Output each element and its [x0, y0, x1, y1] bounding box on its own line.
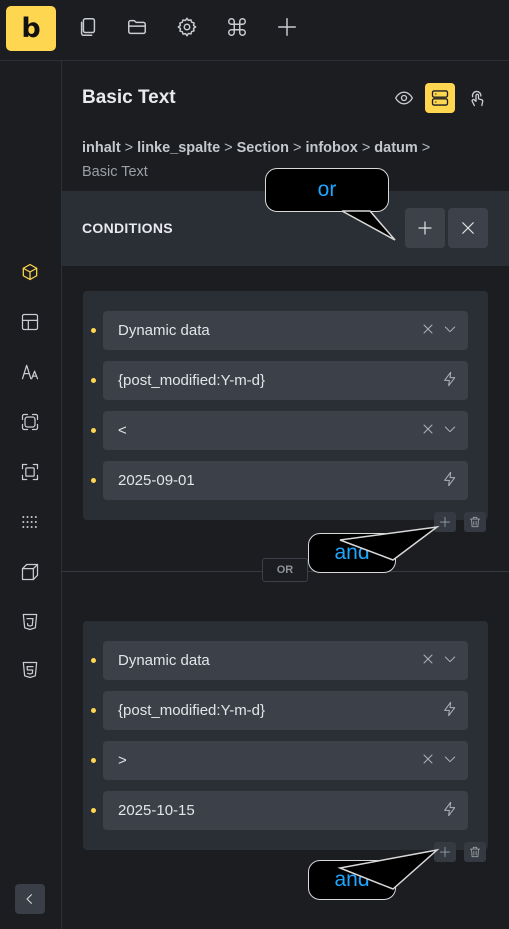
- dynamic-data-icon[interactable]: [442, 701, 458, 717]
- plus-icon: [416, 219, 434, 237]
- add-and-condition-button[interactable]: [434, 512, 456, 532]
- delete-condition-group-button[interactable]: [464, 512, 486, 532]
- chevron-down-icon[interactable]: [442, 651, 458, 667]
- breadcrumb-separator: >: [293, 140, 302, 156]
- panel-title: Basic Text: [82, 87, 176, 108]
- or-callout: or: [265, 168, 389, 212]
- condition-group: Dynamic data {post_modified:Y-m-d} < 202…: [83, 291, 488, 520]
- condition-key-select[interactable]: Dynamic data: [103, 311, 468, 350]
- condition-compare-select[interactable]: >: [103, 741, 468, 780]
- clear-icon[interactable]: [420, 751, 436, 767]
- trash-icon: [469, 516, 481, 528]
- and-callout: and: [308, 860, 396, 900]
- breadcrumb-separator: >: [224, 140, 233, 156]
- layout-icon[interactable]: [19, 311, 41, 333]
- condition-dot: [91, 808, 96, 813]
- frame-icon[interactable]: [19, 411, 41, 433]
- condition-dot: [91, 658, 96, 663]
- condition-dot: [91, 708, 96, 713]
- breadcrumb-separator: >: [421, 140, 431, 156]
- condition-value: 2025-09-01: [118, 472, 195, 489]
- clear-icon[interactable]: [420, 321, 436, 337]
- conditions-icon[interactable]: [425, 83, 455, 113]
- condition-compare-value: >: [118, 752, 127, 769]
- top-toolbar: b: [0, 0, 509, 61]
- breadcrumb-item[interactable]: infobox: [305, 140, 357, 156]
- or-separator-badge: OR: [262, 558, 308, 582]
- focus-icon[interactable]: [19, 461, 41, 483]
- bricks-logo[interactable]: b: [6, 6, 56, 51]
- typography-icon[interactable]: [19, 361, 41, 383]
- breadcrumb-item[interactable]: linke_spalte: [137, 140, 220, 156]
- condition-value-input[interactable]: 2025-10-15: [103, 791, 468, 830]
- dynamic-data-icon[interactable]: [442, 471, 458, 487]
- condition-key-select[interactable]: Dynamic data: [103, 641, 468, 680]
- plus-icon: [439, 846, 451, 858]
- condition-compare-select[interactable]: <: [103, 411, 468, 450]
- condition-value-input[interactable]: 2025-09-01: [103, 461, 468, 500]
- box-3d-icon[interactable]: [19, 561, 41, 583]
- chevron-left-icon: [23, 892, 37, 906]
- pages-icon[interactable]: [76, 15, 100, 39]
- logo-letter: b: [21, 13, 41, 44]
- condition-dynamic-input[interactable]: {post_modified:Y-m-d}: [103, 361, 468, 400]
- add-condition-set-button[interactable]: [405, 208, 445, 248]
- eye-icon[interactable]: [391, 85, 417, 111]
- condition-dynamic-value: {post_modified:Y-m-d}: [118, 372, 266, 389]
- interactions-icon[interactable]: [463, 85, 489, 111]
- cube-icon[interactable]: [19, 261, 41, 283]
- breadcrumb-separator: >: [124, 140, 134, 156]
- grid-dots-icon[interactable]: [19, 511, 41, 533]
- conditions-heading: CONDITIONS: [82, 220, 173, 236]
- condition-dynamic-input[interactable]: {post_modified:Y-m-d}: [103, 691, 468, 730]
- settings-icon[interactable]: [175, 15, 199, 39]
- condition-value: 2025-10-15: [118, 802, 195, 819]
- clear-icon[interactable]: [420, 421, 436, 437]
- html5-icon[interactable]: [19, 659, 41, 681]
- panel-header-actions: [391, 83, 489, 113]
- folder-icon[interactable]: [125, 15, 149, 39]
- chevron-down-icon[interactable]: [442, 321, 458, 337]
- breadcrumb-item[interactable]: datum: [374, 140, 418, 156]
- close-icon: [459, 219, 477, 237]
- condition-group: Dynamic data {post_modified:Y-m-d} > 202…: [83, 621, 488, 850]
- plus-icon[interactable]: [275, 15, 299, 39]
- plus-icon: [439, 516, 451, 528]
- and-callout: and: [308, 533, 396, 573]
- condition-dot: [91, 378, 96, 383]
- breadcrumb-item[interactable]: inhalt: [82, 140, 121, 156]
- left-sidebar: [0, 61, 62, 929]
- chevron-down-icon[interactable]: [442, 751, 458, 767]
- condition-key-value: Dynamic data: [118, 322, 210, 339]
- condition-dot: [91, 428, 96, 433]
- css3-icon[interactable]: [19, 611, 41, 633]
- delete-condition-group-button[interactable]: [464, 842, 486, 862]
- add-and-condition-button[interactable]: [434, 842, 456, 862]
- breadcrumb-item[interactable]: Section: [237, 140, 289, 156]
- clear-icon[interactable]: [420, 651, 436, 667]
- close-conditions-button[interactable]: [448, 208, 488, 248]
- chevron-down-icon[interactable]: [442, 421, 458, 437]
- command-icon[interactable]: [225, 15, 249, 39]
- condition-dot: [91, 478, 96, 483]
- condition-dot: [91, 328, 96, 333]
- condition-dynamic-value: {post_modified:Y-m-d}: [118, 702, 266, 719]
- dynamic-data-icon[interactable]: [442, 371, 458, 387]
- trash-icon: [469, 846, 481, 858]
- collapse-sidebar-button[interactable]: [15, 884, 45, 914]
- condition-dot: [91, 758, 96, 763]
- breadcrumb-separator: >: [361, 140, 371, 156]
- condition-key-value: Dynamic data: [118, 652, 210, 669]
- dynamic-data-icon[interactable]: [442, 801, 458, 817]
- condition-compare-value: <: [118, 422, 127, 439]
